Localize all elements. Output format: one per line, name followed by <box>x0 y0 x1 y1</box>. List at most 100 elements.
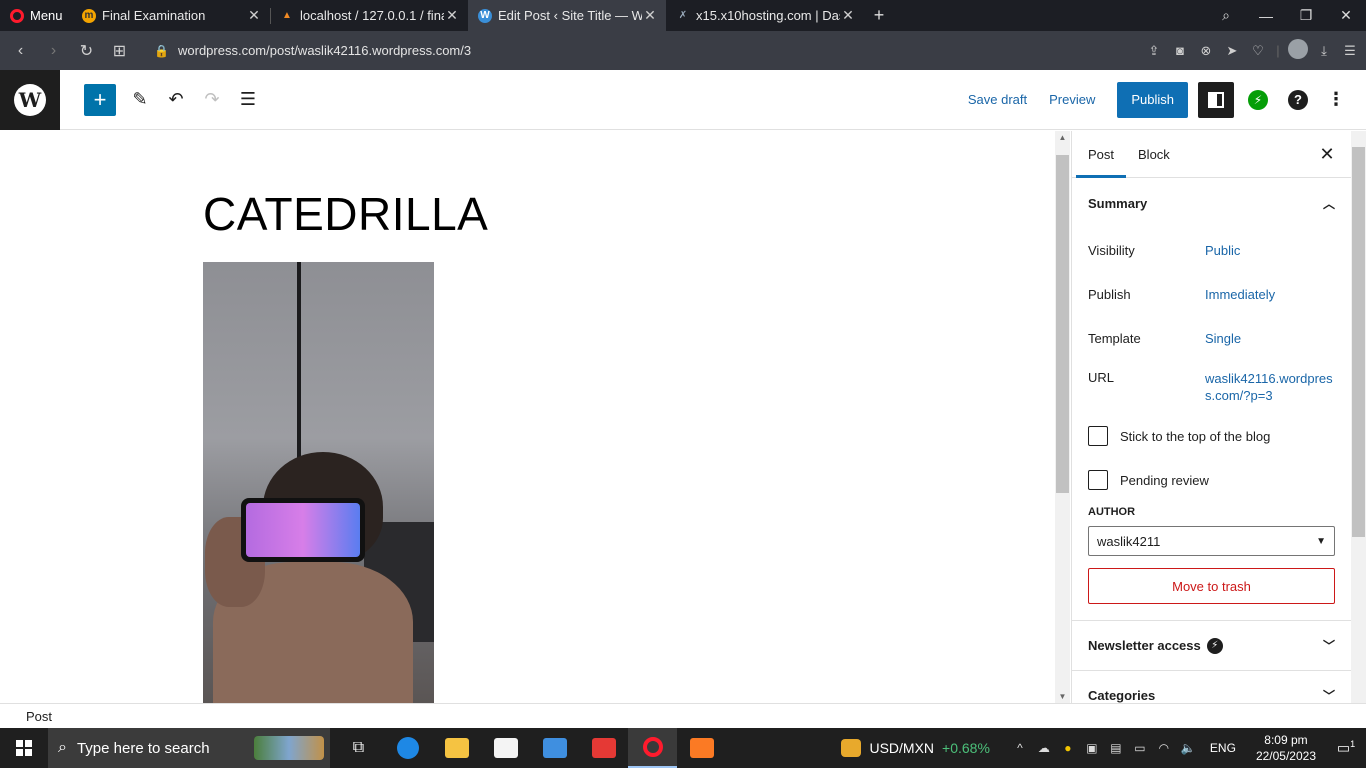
save-draft-button[interactable]: Save draft <box>968 92 1027 107</box>
norton-icon[interactable]: ● <box>1056 741 1080 755</box>
sidebar-icon <box>1208 91 1224 108</box>
sticky-checkbox[interactable] <box>1088 426 1108 446</box>
app-tray-icon[interactable]: ▤ <box>1104 741 1128 755</box>
move-to-trash-button[interactable]: Move to trash <box>1088 568 1335 604</box>
browser-tab[interactable]: m Final Examination ✕ <box>72 0 270 31</box>
wps-office-icon[interactable] <box>579 728 628 768</box>
tabs-grid-icon[interactable]: ⊞ <box>103 41 136 61</box>
close-icon[interactable]: ✕ <box>1303 131 1351 177</box>
notification-icon[interactable]: ▭1 <box>1326 739 1366 757</box>
url-field[interactable]: wordpress.com/post/waslik42116.wordpress… <box>178 43 471 58</box>
tab-post[interactable]: Post <box>1076 131 1127 178</box>
publish-row: Publish Immediately <box>1072 272 1351 316</box>
opera-menu-button[interactable]: Menu <box>0 0 72 31</box>
heart-icon[interactable]: ♡ <box>1248 43 1268 59</box>
profile-icon[interactable] <box>1288 39 1308 62</box>
document-overview-icon[interactable]: ☰ <box>230 89 266 110</box>
chevron-up-icon[interactable]: ^ <box>1008 741 1032 755</box>
url-value[interactable]: waslik42116.wordpress.com/?p=3 <box>1205 370 1335 414</box>
device-icon[interactable]: ▣ <box>1080 741 1104 755</box>
start-button[interactable] <box>0 740 48 756</box>
cloud-icon[interactable]: ☁ <box>1032 741 1056 755</box>
file-explorer-icon[interactable] <box>432 728 481 768</box>
close-tab-icon[interactable]: ✕ <box>444 7 460 24</box>
jetpack-icon[interactable]: ⚡ <box>1248 89 1268 110</box>
newsletter-heading: Newsletter access <box>1088 638 1201 653</box>
scrollbar-thumb[interactable] <box>1056 155 1069 493</box>
template-value[interactable]: Single <box>1205 330 1335 347</box>
wordpress-logo-button[interactable]: W <box>0 69 60 130</box>
xampp-icon[interactable] <box>677 728 726 768</box>
breadcrumb-post[interactable]: Post <box>26 709 52 724</box>
image-block[interactable] <box>203 262 434 703</box>
edge-icon[interactable] <box>383 728 432 768</box>
reload-icon[interactable]: ↻ <box>70 41 103 61</box>
wordpress-icon: W <box>478 8 492 23</box>
new-tab-button[interactable]: + <box>864 0 894 31</box>
canvas-scrollbar[interactable]: ▲ ▼ <box>1055 131 1070 703</box>
battery-icon[interactable]: ▭ <box>1128 741 1152 755</box>
opera-icon[interactable] <box>628 728 677 768</box>
easy-setup-icon[interactable]: ☰ <box>1340 43 1360 59</box>
forward-icon[interactable]: › <box>37 42 70 60</box>
add-block-button[interactable]: + <box>84 83 116 116</box>
browser-tab[interactable]: ▲ localhost / 127.0.0.1 / final- ✕ <box>270 0 468 31</box>
close-tab-icon[interactable]: ✕ <box>642 7 658 24</box>
author-label: AUTHOR <box>1088 506 1136 518</box>
search-tabs-icon[interactable]: ⌕ <box>1206 7 1246 24</box>
newsletter-panel-toggle[interactable]: Newsletter access ⚡ ﹀ <box>1072 620 1351 670</box>
mail-icon[interactable] <box>530 728 579 768</box>
lock-icon[interactable]: 🔒 <box>154 44 169 58</box>
close-window-icon[interactable]: ✕ <box>1326 7 1366 24</box>
browser-tab[interactable]: ✗ x15.x10hosting.com | Dashb ✕ <box>666 0 864 31</box>
taskbar-search[interactable]: ⌕ Type here to search <box>48 728 330 768</box>
summary-panel-toggle[interactable]: Summary ︿ <box>1072 178 1351 228</box>
options-menu-icon[interactable]: ⋮ <box>1318 89 1354 110</box>
tab-block[interactable]: Block <box>1126 131 1182 177</box>
tab-title: Edit Post ‹ Site Title — Wor <box>498 8 642 23</box>
clock[interactable]: 8:09 pm 22/05/2023 <box>1256 732 1316 764</box>
sticky-checkbox-row[interactable]: Stick to the top of the blog <box>1072 414 1351 458</box>
close-tab-icon[interactable]: ✕ <box>840 7 856 24</box>
redo-icon[interactable]: ↷ <box>194 89 230 110</box>
share-icon[interactable]: ⇪ <box>1144 43 1164 59</box>
task-view-icon[interactable]: ⧉ <box>334 728 383 768</box>
publish-button[interactable]: Publish <box>1117 81 1188 118</box>
scroll-down-icon[interactable]: ▼ <box>1055 692 1070 701</box>
browser-tab-active[interactable]: W Edit Post ‹ Site Title — Wor ✕ <box>468 0 666 31</box>
adblock-icon[interactable]: ⊗ <box>1196 43 1216 59</box>
camera-icon[interactable]: ◙ <box>1170 43 1190 58</box>
editor-canvas[interactable]: CATEDRILLA <box>0 131 1055 703</box>
edit-tools-icon[interactable]: ✎ <box>122 89 158 110</box>
back-icon[interactable]: ‹ <box>4 42 37 60</box>
pending-review-row[interactable]: Pending review <box>1072 458 1351 502</box>
author-select[interactable]: waslik4211 ▼ <box>1088 526 1335 556</box>
undo-icon[interactable]: ↶ <box>158 89 194 110</box>
sidebar-scrollbar[interactable] <box>1351 131 1366 703</box>
post-title[interactable]: CATEDRILLA <box>203 187 488 241</box>
scrollbar-thumb[interactable] <box>1352 147 1365 537</box>
send-icon[interactable]: ➤ <box>1222 43 1242 59</box>
moodle-icon: m <box>82 8 96 23</box>
language-indicator[interactable]: ENG <box>1210 741 1236 755</box>
scroll-up-icon[interactable]: ▲ <box>1055 133 1070 142</box>
pending-review-checkbox[interactable] <box>1088 470 1108 490</box>
visibility-label: Visibility <box>1088 242 1135 258</box>
x10hosting-icon: ✗ <box>678 10 688 21</box>
tab-title: localhost / 127.0.0.1 / final- <box>300 8 444 23</box>
wifi-icon[interactable]: ◠ <box>1152 741 1176 755</box>
volume-icon[interactable]: 🔈 <box>1176 741 1200 755</box>
store-icon[interactable] <box>481 728 530 768</box>
preview-button[interactable]: Preview <box>1049 92 1095 107</box>
minimize-icon[interactable]: — <box>1246 8 1286 24</box>
restore-icon[interactable]: ❐ <box>1286 7 1326 24</box>
close-tab-icon[interactable]: ✕ <box>246 7 262 24</box>
publish-value[interactable]: Immediately <box>1205 286 1335 303</box>
search-icon: ⌕ <box>58 739 67 756</box>
visibility-value[interactable]: Public <box>1205 242 1335 259</box>
download-icon[interactable]: ⤓ <box>1314 43 1334 59</box>
categories-panel-toggle[interactable]: Categories ﹀ <box>1072 670 1351 703</box>
help-icon[interactable]: ? <box>1288 89 1308 110</box>
stock-widget[interactable]: USD/MXN +0.68% <box>841 739 990 757</box>
settings-toggle-button[interactable] <box>1198 81 1234 118</box>
